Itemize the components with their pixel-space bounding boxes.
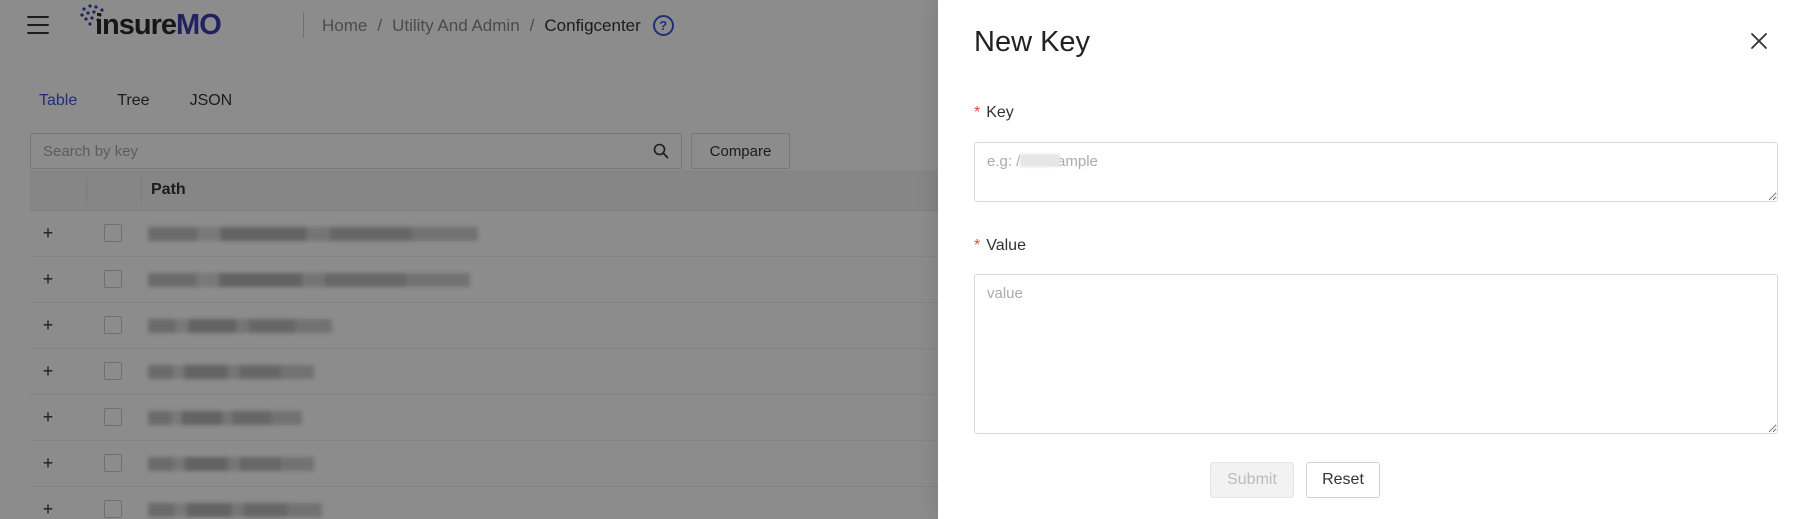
value-field[interactable] (974, 274, 1778, 434)
close-icon[interactable] (1749, 31, 1769, 51)
key-label: * Key (974, 104, 1014, 121)
drawer-mask[interactable] (0, 0, 938, 519)
required-mark: * (974, 104, 981, 121)
reset-button[interactable]: Reset (1306, 462, 1380, 498)
redacted-placeholder-segment (1020, 154, 1060, 167)
new-key-drawer: New Key *Key *Value (938, 0, 1806, 519)
submit-button[interactable]: Submit (1210, 462, 1294, 498)
drawer-title: New Key (974, 26, 1091, 58)
key-field[interactable] (974, 142, 1778, 202)
value-label: * Value (974, 237, 1026, 254)
required-mark: * (974, 237, 981, 254)
